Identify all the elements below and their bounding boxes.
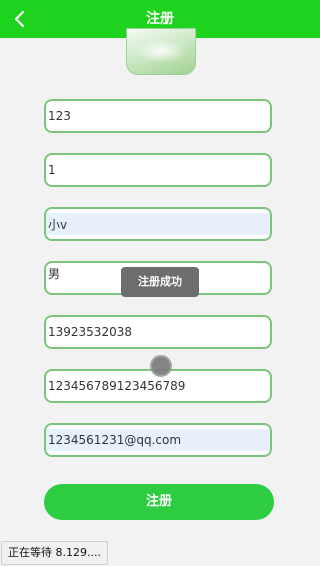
avatar-image[interactable] bbox=[126, 28, 196, 75]
nickname-input[interactable] bbox=[46, 213, 270, 235]
email-input[interactable] bbox=[46, 429, 270, 451]
phone-field[interactable] bbox=[44, 315, 272, 349]
email-field[interactable] bbox=[44, 423, 272, 457]
success-toast: 注册成功 bbox=[121, 267, 199, 297]
password-field[interactable] bbox=[44, 153, 272, 187]
phone-input[interactable] bbox=[46, 317, 270, 347]
touch-indicator bbox=[150, 355, 172, 377]
register-button[interactable]: 注册 bbox=[44, 484, 274, 520]
account-input[interactable] bbox=[46, 101, 270, 131]
nickname-field[interactable] bbox=[44, 207, 272, 241]
status-bar: 正在等待 8.129.... bbox=[1, 541, 108, 565]
password-input[interactable] bbox=[46, 155, 270, 185]
account-field[interactable] bbox=[44, 99, 272, 133]
